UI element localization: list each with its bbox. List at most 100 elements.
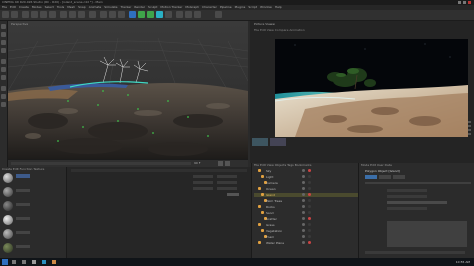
pen-icon[interactable] bbox=[138, 11, 145, 18]
tab-coord[interactable] bbox=[379, 175, 391, 179]
visibility-icon[interactable] bbox=[302, 169, 305, 172]
snap-icon[interactable] bbox=[1, 94, 6, 99]
start-icon[interactable] bbox=[2, 259, 8, 265]
coord-field[interactable] bbox=[193, 187, 213, 190]
menu-item[interactable]: Edit bbox=[10, 5, 16, 9]
object-row[interactable]: Vegetation bbox=[254, 229, 358, 233]
render-settings-icon[interactable] bbox=[118, 11, 125, 18]
menu-item[interactable]: MoGraph bbox=[185, 5, 199, 9]
object-name[interactable]: Water Plane bbox=[266, 241, 296, 245]
menu-item[interactable]: Mesh bbox=[67, 5, 75, 9]
cinema4d-icon[interactable] bbox=[42, 260, 46, 264]
browser-icon[interactable] bbox=[52, 260, 56, 264]
menu-item[interactable]: Window bbox=[260, 5, 272, 9]
window-controls[interactable] bbox=[458, 1, 472, 4]
attr-field[interactable] bbox=[387, 189, 427, 192]
menu-item[interactable]: File bbox=[2, 5, 7, 9]
object-name[interactable]: Foam bbox=[266, 235, 296, 239]
play-icon[interactable] bbox=[218, 161, 223, 166]
light-icon[interactable] bbox=[194, 11, 201, 18]
tag-icon[interactable] bbox=[308, 229, 311, 232]
tag-icon[interactable] bbox=[308, 175, 311, 178]
menu-item[interactable]: Create bbox=[19, 5, 29, 9]
menu-item[interactable]: Sculpt bbox=[148, 5, 157, 9]
points-mode-icon[interactable] bbox=[1, 59, 6, 64]
visibility-icon[interactable] bbox=[302, 175, 305, 178]
menu-item[interactable]: Tracker bbox=[121, 5, 132, 9]
object-menu[interactable]: File Edit View Objects Tags Bookmarks bbox=[254, 163, 356, 167]
redo-icon[interactable] bbox=[11, 11, 18, 18]
object-row[interactable]: Water Plane bbox=[254, 241, 358, 245]
material-menu[interactable]: Create Edit Function Texture bbox=[2, 167, 66, 171]
material-swatch[interactable] bbox=[3, 201, 13, 211]
minimize-icon[interactable] bbox=[458, 1, 461, 4]
undo-icon[interactable] bbox=[2, 11, 9, 18]
layout-selector-icon[interactable] bbox=[215, 11, 222, 18]
menu-item[interactable]: Render bbox=[134, 5, 145, 9]
menu-item[interactable]: Pipeline bbox=[220, 5, 232, 9]
menu-item[interactable]: Tools bbox=[57, 5, 64, 9]
attr-text-area[interactable] bbox=[387, 221, 467, 247]
close-icon[interactable] bbox=[468, 1, 471, 4]
object-name[interactable]: Sky bbox=[266, 169, 296, 173]
coordinate-system-icon[interactable] bbox=[89, 11, 96, 18]
visibility-icon[interactable] bbox=[302, 187, 305, 190]
timeline-ruler[interactable] bbox=[11, 162, 191, 165]
menu-item[interactable]: Help bbox=[275, 5, 282, 9]
visibility-icon[interactable] bbox=[302, 241, 305, 244]
object-name[interactable]: Light bbox=[266, 175, 296, 179]
visibility-icon[interactable] bbox=[302, 211, 305, 214]
coord-field[interactable] bbox=[193, 175, 213, 178]
render-picture-viewer-icon[interactable] bbox=[109, 11, 116, 18]
object-row[interactable]: Rocks bbox=[254, 205, 358, 209]
attr-field[interactable] bbox=[387, 195, 427, 198]
deformer-icon[interactable] bbox=[165, 11, 172, 18]
object-row[interactable]: Sky bbox=[254, 169, 358, 173]
maximize-icon[interactable] bbox=[463, 1, 466, 4]
camera-icon[interactable] bbox=[185, 11, 192, 18]
menu-items[interactable]: File Edit Create Modes Select Tools Mesh Snap An… bbox=[2, 5, 402, 9]
workplane-mode-icon[interactable] bbox=[1, 48, 6, 53]
material-swatch[interactable] bbox=[3, 187, 13, 197]
model-mode-icon[interactable] bbox=[1, 32, 6, 37]
tag-icon[interactable] bbox=[308, 241, 311, 244]
record-icon[interactable] bbox=[225, 161, 230, 166]
tag-icon[interactable] bbox=[308, 199, 311, 202]
tag-icon[interactable] bbox=[308, 205, 311, 208]
history-thumbnail[interactable] bbox=[252, 138, 268, 146]
object-name[interactable]: Scatter bbox=[266, 217, 296, 221]
render-view-icon[interactable] bbox=[100, 11, 107, 18]
explorer-icon[interactable] bbox=[32, 260, 36, 264]
picture-viewer-menu[interactable]: File Edit View Compare Animation bbox=[254, 28, 305, 32]
material-swatch[interactable] bbox=[3, 229, 13, 239]
menu-item[interactable]: Character bbox=[202, 5, 217, 9]
menu-item[interactable]: Plugins bbox=[235, 5, 246, 9]
menu-item[interactable]: Snap bbox=[78, 5, 86, 9]
object-row[interactable]: Ocean bbox=[254, 187, 358, 191]
cube-icon[interactable] bbox=[129, 11, 136, 18]
menu-item[interactable]: Simulate bbox=[104, 5, 117, 9]
tag-icon[interactable] bbox=[308, 193, 311, 196]
task-view-icon[interactable] bbox=[22, 260, 26, 264]
coord-field[interactable] bbox=[193, 181, 213, 184]
visibility-icon[interactable] bbox=[302, 229, 305, 232]
object-row[interactable]: Camera bbox=[254, 181, 358, 185]
coord-field[interactable] bbox=[217, 187, 237, 190]
material-name-selected[interactable] bbox=[16, 174, 30, 178]
axis-x-icon[interactable] bbox=[60, 11, 67, 18]
tab-object[interactable] bbox=[393, 175, 405, 179]
live-selection-icon[interactable] bbox=[22, 11, 29, 18]
axis-y-icon[interactable] bbox=[69, 11, 76, 18]
axis-z-icon[interactable] bbox=[78, 11, 85, 18]
tag-icon[interactable] bbox=[308, 223, 311, 226]
floor-icon[interactable] bbox=[176, 11, 183, 18]
polygons-mode-icon[interactable] bbox=[1, 75, 6, 80]
visibility-icon[interactable] bbox=[302, 193, 305, 196]
attr-field[interactable] bbox=[387, 201, 447, 204]
search-icon[interactable] bbox=[12, 260, 16, 264]
attr-field[interactable] bbox=[365, 251, 465, 254]
material-swatch[interactable] bbox=[3, 215, 13, 225]
apply-button[interactable] bbox=[227, 193, 239, 196]
object-row[interactable]: Sand bbox=[254, 211, 358, 215]
material-swatch[interactable] bbox=[3, 243, 13, 253]
